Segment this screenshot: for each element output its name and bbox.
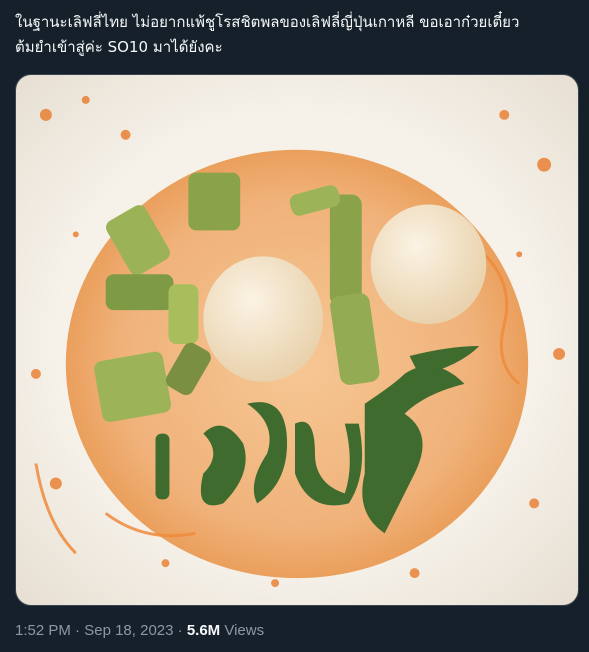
tweet-text-line-1: ในฐานะเลิฟลี่ไทย ไม่อยากแพ้ชูโรสชิตพลของ… xyxy=(15,13,520,31)
meta-separator: · xyxy=(75,622,81,639)
tweet-date: Sep 18, 2023 xyxy=(84,622,174,639)
fish-ball xyxy=(203,256,323,382)
tweet-meta: 1:52 PM · Sep 18, 2023 · 5.6M Views xyxy=(15,622,264,639)
tweet-timestamp-link[interactable]: 1:52 PM · Sep 18, 2023 xyxy=(15,622,178,639)
tweet-time: 1:52 PM xyxy=(15,622,71,639)
tweet-text: ในฐานะเลิฟลี่ไทย ไม่อยากแพ้ชูโรสชิตพลของ… xyxy=(15,10,580,60)
views-label: Views xyxy=(224,622,265,639)
fish-ball xyxy=(370,204,487,325)
tom-yum-noodle-bowl-image xyxy=(16,75,578,605)
tweet-text-line-2: ต้มยำเข้าสู่ค่ะ SO10 มาได้ยังคะ xyxy=(15,38,223,56)
meta-separator: · xyxy=(177,622,183,639)
tweet-photo[interactable] xyxy=(15,74,579,606)
views-count: 5.6M xyxy=(186,622,221,639)
